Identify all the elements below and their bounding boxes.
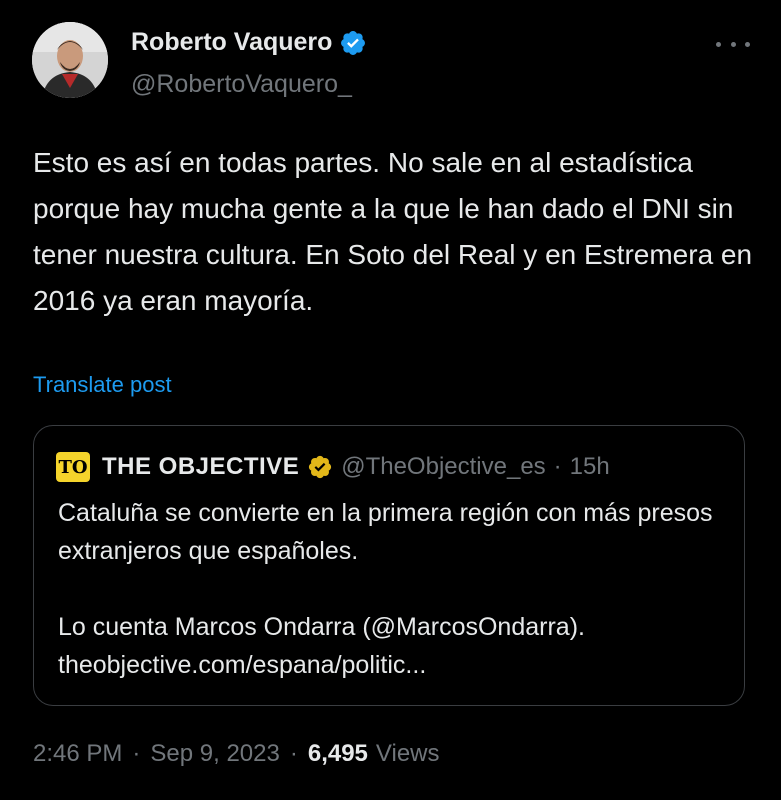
avatar-image — [32, 22, 108, 98]
post-text: Esto es así en todas partes. No sale en … — [33, 147, 753, 316]
separator-dot: · — [132, 740, 141, 767]
quoted-author-handle[interactable]: @TheObjective_es — [341, 453, 545, 481]
separator-dot: · — [289, 740, 298, 767]
author-name-row[interactable]: Roberto Vaquero — [131, 28, 367, 57]
post-time[interactable]: 2:46 PM — [33, 740, 122, 768]
quoted-author-logo[interactable]: TO — [56, 452, 90, 482]
quoted-link[interactable]: theobjective.com/espana/politic... — [58, 646, 728, 684]
quoted-post-text: Cataluña se convierte en la primera regi… — [58, 494, 728, 684]
post-date[interactable]: Sep 9, 2023 — [150, 740, 279, 768]
translate-post-link[interactable]: Translate post — [33, 372, 172, 398]
more-dot — [745, 41, 750, 47]
views-count[interactable]: 6,495 — [308, 740, 368, 768]
views-label: Views — [375, 740, 440, 767]
more-dot — [716, 41, 721, 47]
avatar[interactable] — [32, 22, 108, 98]
quoted-post-header: TO THE OBJECTIVE @TheObjective_es · 15h — [56, 452, 610, 482]
quoted-post[interactable]: TO THE OBJECTIVE @TheObjective_es · 15h … — [33, 425, 745, 706]
verified-badge-gold-icon[interactable] — [307, 454, 333, 480]
separator-dot: · — [553, 453, 562, 480]
author-handle[interactable]: @RobertoVaquero_ — [131, 70, 352, 99]
author-name[interactable]: Roberto Vaquero — [131, 28, 332, 57]
post-meta: 2:46 PM · Sep 9, 2023 · 6,495 Views — [33, 740, 440, 768]
more-dot — [730, 41, 736, 47]
quoted-author-name[interactable]: THE OBJECTIVE — [102, 453, 299, 481]
verified-badge-icon[interactable] — [339, 29, 367, 57]
quoted-text-line: Lo cuenta Marcos Ondarra (@MarcosOndarra… — [58, 613, 585, 641]
more-options-icon[interactable] — [716, 34, 750, 54]
quoted-text-line: Cataluña se convierte en la primera regi… — [58, 499, 713, 565]
quoted-timestamp[interactable]: 15h — [570, 453, 610, 481]
